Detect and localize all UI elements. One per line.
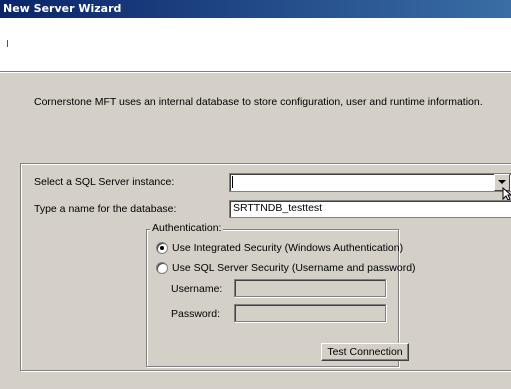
authentication-legend: Authentication:: [150, 222, 224, 234]
database-name-label: Type a name for the database:: [34, 203, 177, 215]
sql-security-label[interactable]: Use SQL Server Security (Username and pa…: [172, 262, 416, 274]
database-name-value: SRTTNDB_testtest: [233, 202, 323, 214]
password-label: Password:: [171, 308, 221, 320]
wizard-header-panel: [0, 18, 511, 71]
username-label: Username:: [171, 283, 223, 295]
sql-instance-combo[interactable]: [229, 173, 511, 192]
integrated-security-radio[interactable]: [156, 242, 168, 254]
sql-security-radio[interactable]: [156, 262, 168, 274]
database-name-input[interactable]: SRTTNDB_testtest: [229, 200, 511, 218]
integrated-security-label[interactable]: Use Integrated Security (Windows Authent…: [172, 242, 403, 254]
username-input[interactable]: [234, 279, 386, 297]
dropdown-arrow-icon: [498, 180, 506, 184]
mouse-cursor-icon: [502, 187, 511, 201]
header-mark: [7, 40, 8, 47]
test-connection-button[interactable]: Test Connection: [321, 343, 409, 361]
intro-text: Cornerstone MFT uses an internal databas…: [34, 96, 483, 108]
password-input[interactable]: [234, 304, 386, 322]
sql-instance-label: Select a SQL Server instance:: [34, 176, 175, 188]
title-bar: New Server Wizard: [0, 0, 511, 18]
window-title: New Server Wizard: [3, 2, 122, 15]
radio-selected-dot: [160, 246, 164, 250]
text-caret: [232, 176, 233, 188]
